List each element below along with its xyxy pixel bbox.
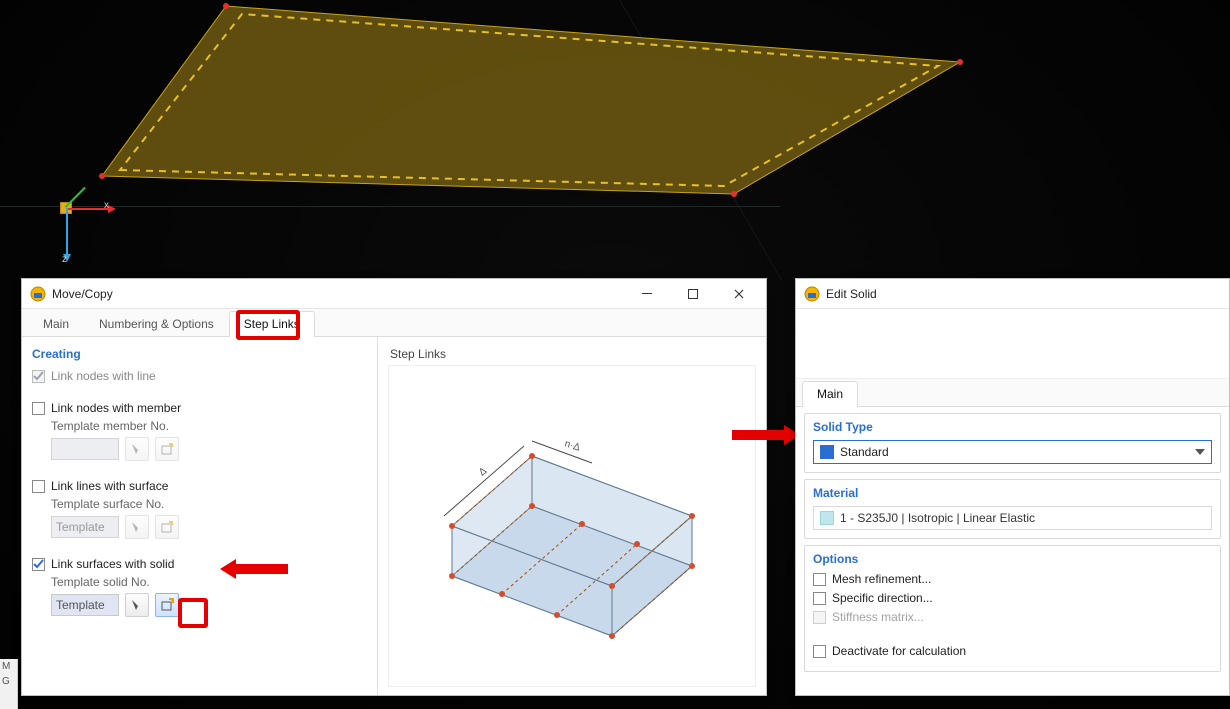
svg-text:n·Δ: n·Δ — [563, 438, 582, 453]
solid-type-dropdown[interactable]: Standard — [813, 440, 1212, 464]
axis-triad[interactable]: x z — [42, 198, 112, 268]
preview-solid-graphic: Δ n·Δ — [412, 396, 732, 656]
viewport-3d[interactable]: x z Move/Copy Main Numbering & Options S… — [0, 0, 1230, 709]
dialog-title: Edit Solid — [826, 287, 1225, 301]
svg-text:Δ: Δ — [477, 465, 489, 478]
minimize-button[interactable] — [624, 280, 670, 308]
new-solid-button[interactable] — [155, 593, 179, 617]
checkbox-stiffness-matrix — [813, 611, 826, 624]
checkbox-mesh-refinement[interactable] — [813, 573, 826, 586]
label-specific-direction: Specific direction... — [832, 591, 933, 605]
checkbox-link-nodes-line — [32, 370, 45, 383]
checkbox-link-lines-surface[interactable] — [32, 480, 45, 493]
label-template-member-no: Template member No. — [51, 419, 367, 433]
material-value: 1 - S235J0 | Isotropic | Linear Elastic — [840, 511, 1035, 525]
solid-type-section: Solid Type Standard — [804, 413, 1221, 473]
solid-type-value: Standard — [840, 445, 1189, 459]
cropped-side-panel: MG — [0, 659, 18, 709]
creating-heading: Creating — [32, 347, 367, 361]
template-member-no-input — [51, 438, 119, 460]
label-link-nodes-member: Link nodes with member — [51, 401, 181, 415]
label-link-nodes-line: Link nodes with line — [51, 369, 156, 383]
material-section: Material 1 - S235J0 | Isotropic | Linear… — [804, 479, 1221, 539]
tab-main[interactable]: Main — [28, 311, 84, 337]
new-surface-button — [155, 515, 179, 539]
axis-x-label: x — [104, 200, 109, 211]
solid-type-heading: Solid Type — [813, 420, 1212, 434]
app-icon — [804, 286, 820, 302]
checkbox-deactivate-calc[interactable] — [813, 645, 826, 658]
edit-solid-dialog: Edit Solid Main Solid Type Standard Mate… — [795, 278, 1230, 696]
preview-canvas: Δ n·Δ — [388, 365, 756, 687]
pick-solid-button[interactable] — [125, 593, 149, 617]
material-heading: Material — [813, 486, 1212, 500]
checkbox-link-surfaces-solid[interactable] — [32, 558, 45, 571]
axis-z-label: z — [62, 254, 67, 265]
move-copy-dialog: Move/Copy Main Numbering & Options Step … — [21, 278, 767, 696]
label-mesh-refinement: Mesh refinement... — [832, 572, 931, 586]
material-color-swatch — [820, 511, 834, 525]
label-template-surface-no: Template surface No. — [51, 497, 367, 511]
titlebar[interactable]: Move/Copy — [22, 279, 766, 309]
checkbox-specific-direction[interactable] — [813, 592, 826, 605]
tabstrip: Main Numbering & Options Step Links — [22, 309, 766, 337]
solid-type-color-swatch — [820, 445, 834, 459]
titlebar[interactable]: Edit Solid — [796, 279, 1229, 309]
template-solid-no-input[interactable] — [51, 594, 119, 616]
maximize-button[interactable] — [670, 280, 716, 308]
new-member-button — [155, 437, 179, 461]
options-heading: Options — [813, 552, 1212, 566]
label-template-solid-no: Template solid No. — [51, 575, 367, 589]
tab-main[interactable]: Main — [802, 381, 858, 407]
label-deactivate-calc: Deactivate for calculation — [832, 644, 966, 658]
label-stiffness-matrix: Stiffness matrix... — [832, 610, 924, 624]
template-surface-no-input — [51, 516, 119, 538]
preview-panel: Step Links — [378, 337, 766, 695]
tab-numbering-options[interactable]: Numbering & Options — [84, 311, 229, 337]
axis-z — [66, 208, 68, 256]
material-dropdown[interactable]: 1 - S235J0 | Isotropic | Linear Elastic — [813, 506, 1212, 530]
axis-y — [65, 187, 86, 208]
label-link-surfaces-solid: Link surfaces with solid — [51, 557, 174, 571]
tabstrip: Main — [796, 379, 1229, 407]
close-button[interactable] — [716, 280, 762, 308]
app-icon — [30, 286, 46, 302]
creating-panel: Creating Link nodes with line Link nodes… — [22, 337, 378, 695]
selected-surface[interactable] — [80, 0, 1000, 260]
pick-surface-button — [125, 515, 149, 539]
preview-title: Step Links — [390, 347, 756, 361]
options-section: Options Mesh refinement... Specific dire… — [804, 545, 1221, 672]
tab-step-links[interactable]: Step Links — [229, 311, 315, 337]
dialog-title: Move/Copy — [52, 287, 624, 301]
chevron-down-icon — [1195, 449, 1205, 455]
label-link-lines-surface: Link lines with surface — [51, 479, 168, 493]
pick-member-button — [125, 437, 149, 461]
checkbox-link-nodes-member[interactable] — [32, 402, 45, 415]
